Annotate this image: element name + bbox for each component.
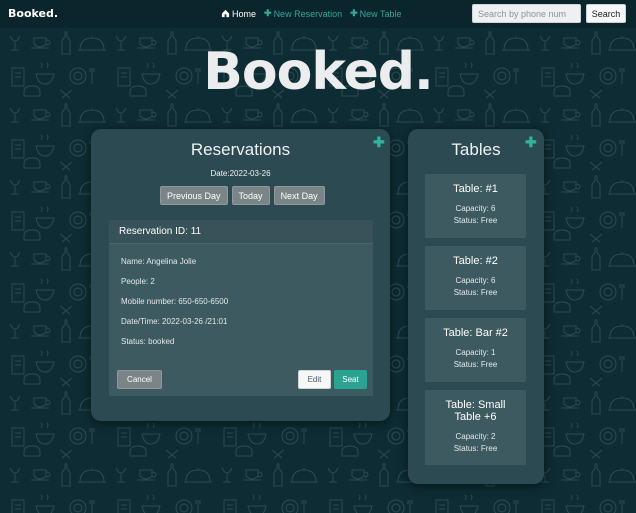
search-button[interactable]: Search: [586, 4, 626, 23]
table-name: Table: #2: [453, 255, 498, 267]
table-capacity: Capacity: 1: [455, 348, 496, 357]
table-card[interactable]: Table: #1 Capacity: 6 Status: Free: [425, 174, 526, 238]
navbar: Booked. Home ✚ New Reservation ✚ New Tab…: [0, 0, 636, 28]
home-icon: [221, 9, 230, 18]
nav-home-label: Home: [232, 8, 257, 19]
nav-new-reservation[interactable]: ✚ New Reservation: [264, 8, 342, 19]
reservation-mobile: Mobile number: 650-650-6500: [121, 297, 229, 306]
nav-new-table[interactable]: ✚ New Table: [350, 8, 401, 19]
tables-panel: Tables ✚ Table: #1 Capacity: 6 Status: F…: [408, 129, 544, 484]
next-day-button[interactable]: Next Day: [273, 186, 325, 205]
reservation-status: Status: booked: [121, 337, 175, 346]
day-navigation: Previous Day Today Next Day: [160, 186, 325, 205]
reservation-people: People: 2: [121, 277, 155, 286]
reservations-panel: Reservations ✚ Date:2022-03-26 Previous …: [91, 129, 390, 421]
cancel-button[interactable]: Cancel: [117, 370, 162, 389]
hero-title: Booked.: [203, 42, 434, 102]
nav-home[interactable]: Home: [221, 8, 256, 19]
table-status: Status: Free: [453, 360, 498, 369]
reservation-id: Reservation ID: 11: [109, 220, 373, 244]
table-capacity: Capacity: 6: [455, 276, 496, 285]
table-status: Status: Free: [453, 216, 498, 225]
nav-new-reservation-label: New Reservation: [273, 8, 343, 19]
nav-links: Home ✚ New Reservation ✚ New Table: [221, 8, 402, 19]
reservations-title: Reservations: [190, 140, 291, 159]
edit-button[interactable]: Edit: [298, 370, 331, 389]
reservation-name: Name: Angelina Jolie: [121, 257, 197, 266]
nav-new-table-label: New Table: [359, 8, 402, 19]
table-card[interactable]: Table: Bar #2 Capacity: 1 Status: Free: [425, 318, 526, 382]
today-button[interactable]: Today: [231, 186, 270, 205]
add-table-icon[interactable]: ✚: [525, 134, 537, 151]
brand-logo[interactable]: Booked.: [8, 7, 58, 20]
current-date: Date:2022-03-26: [210, 169, 271, 178]
tables-title: Tables: [451, 140, 501, 159]
seat-button[interactable]: Seat: [334, 370, 367, 389]
table-name: Table: Bar #2: [443, 327, 508, 339]
table-card[interactable]: Table: #2 Capacity: 6 Status: Free: [425, 246, 526, 310]
reservation-card: Reservation ID: 11 Name: Angelina Jolie …: [109, 220, 373, 396]
reservation-datetime: Date/Time: 2022-03-26 /21:01: [121, 317, 228, 326]
table-capacity: Capacity: 6: [455, 204, 496, 213]
table-name: Table: #1: [453, 183, 498, 195]
table-capacity: Capacity: 2: [455, 432, 496, 441]
table-status: Status: Free: [453, 444, 498, 453]
previous-day-button[interactable]: Previous Day: [160, 186, 228, 205]
table-name: Table: Small Table +6: [445, 399, 506, 423]
plus-icon: ✚: [350, 8, 358, 18]
plus-icon: ✚: [264, 8, 272, 18]
add-reservation-icon[interactable]: ✚: [373, 134, 385, 151]
search-input[interactable]: [472, 4, 581, 23]
table-status: Status: Free: [453, 288, 498, 297]
table-card[interactable]: Table: Small Table +6 Capacity: 2 Status…: [425, 390, 526, 465]
